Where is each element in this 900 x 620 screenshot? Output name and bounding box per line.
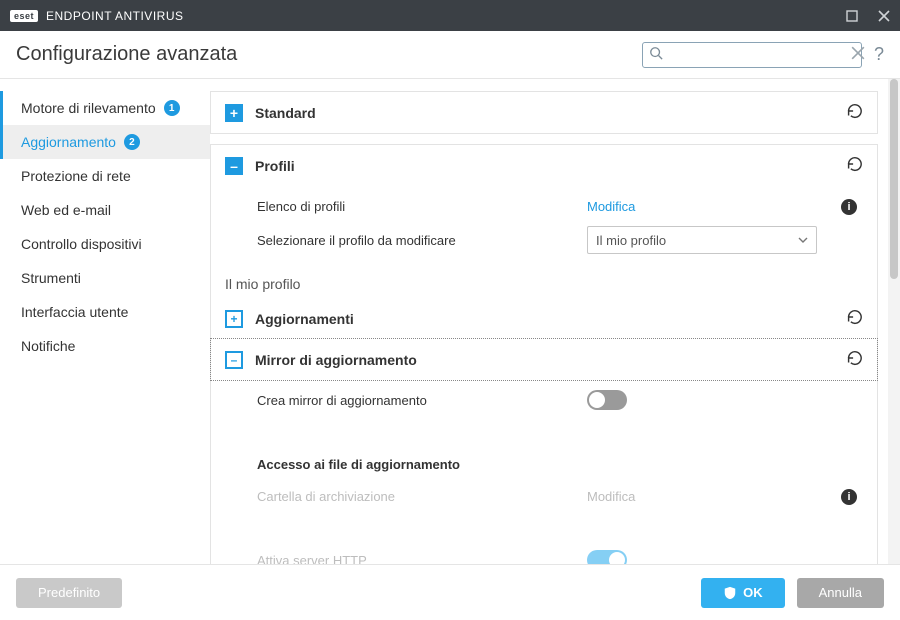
help-icon[interactable]: ?	[874, 44, 884, 65]
label-access-title: Accesso ai file di aggiornamento	[257, 457, 587, 472]
sidebar-item-ui[interactable]: Interfaccia utente	[0, 295, 210, 329]
undo-icon[interactable]	[845, 308, 863, 329]
expand-icon: +	[225, 104, 243, 122]
select-profile-value: Il mio profilo	[596, 233, 666, 248]
section-standard: + Standard	[210, 91, 878, 134]
maximize-icon[interactable]	[846, 10, 858, 22]
sidebar-item-label: Protezione di rete	[21, 168, 131, 184]
link-edit-profile-list[interactable]: Modifica	[587, 199, 635, 214]
sidebar-item-web-email[interactable]: Web ed e-mail	[0, 193, 210, 227]
sidebar-item-device-control[interactable]: Controllo dispositivi	[0, 227, 210, 261]
search-input[interactable]	[663, 47, 851, 62]
label-storage-folder: Cartella di archiviazione	[257, 489, 587, 504]
content-panel: + Standard – Profili	[210, 79, 888, 564]
footer: Predefinito OK Annulla	[0, 564, 900, 620]
row-create-mirror: Crea mirror di aggiornamento	[257, 384, 863, 416]
section-title: Standard	[255, 105, 316, 121]
sidebar-item-network-protection[interactable]: Protezione di rete	[0, 159, 210, 193]
default-button[interactable]: Predefinito	[16, 578, 122, 608]
select-profile[interactable]: Il mio profilo	[587, 226, 817, 254]
row-storage-folder: Cartella di archiviazione Modifica i	[257, 480, 863, 512]
sidebar-item-label: Motore di rilevamento	[21, 100, 156, 116]
collapse-icon: –	[225, 351, 243, 369]
sidebar-item-label: Aggiornamento	[21, 134, 116, 150]
toggle-create-mirror[interactable]	[587, 390, 627, 410]
section-head-profiles[interactable]: – Profili	[211, 145, 877, 186]
search-icon	[649, 46, 663, 63]
undo-icon[interactable]	[845, 349, 863, 370]
sidebar-item-label: Web ed e-mail	[21, 202, 111, 218]
chevron-down-icon	[798, 235, 808, 245]
sidebar-item-label: Notifiche	[21, 338, 75, 354]
section-head-mirror[interactable]: – Mirror di aggiornamento	[210, 338, 878, 381]
scrollbar-thumb[interactable]	[890, 79, 898, 279]
ok-button[interactable]: OK	[701, 578, 785, 608]
link-edit-folder: Modifica	[587, 489, 635, 504]
info-icon[interactable]: i	[841, 199, 857, 215]
sidebar-item-tools[interactable]: Strumenti	[0, 261, 210, 295]
section-title: Mirror di aggiornamento	[255, 352, 417, 368]
section-head-updates[interactable]: + Aggiornamenti	[211, 298, 877, 339]
close-icon[interactable]	[878, 10, 890, 22]
brand: eset ENDPOINT ANTIVIRUS	[10, 9, 183, 23]
row-profile-list: Elenco di profili Modifica i	[257, 190, 863, 222]
row-access-title: Accesso ai file di aggiornamento	[257, 448, 863, 480]
section-title: Profili	[255, 158, 295, 174]
title-bar: eset ENDPOINT ANTIVIRUS	[0, 0, 900, 31]
shield-icon	[723, 586, 737, 600]
brand-name: ENDPOINT ANTIVIRUS	[46, 9, 183, 23]
cancel-button[interactable]: Annulla	[797, 578, 884, 608]
row-select-profile: Selezionare il profilo da modificare Il …	[257, 222, 863, 258]
header: Configurazione avanzata ?	[0, 31, 900, 79]
label-profile-list: Elenco di profili	[257, 199, 587, 214]
subheader-my-profile: Il mio profilo	[211, 270, 877, 298]
sidebar-item-label: Interfaccia utente	[21, 304, 128, 320]
info-icon[interactable]: i	[841, 489, 857, 505]
search-box[interactable]	[642, 42, 862, 68]
page-title: Configurazione avanzata	[16, 43, 237, 66]
row-http-server: Attiva server HTTP	[257, 544, 863, 564]
sidebar-item-notifications[interactable]: Notifiche	[0, 329, 210, 363]
section-title: Aggiornamenti	[255, 311, 354, 327]
scrollbar[interactable]	[888, 79, 900, 564]
ok-button-label: OK	[743, 585, 763, 600]
window-controls	[846, 10, 890, 22]
section-head-standard[interactable]: + Standard	[211, 92, 877, 133]
label-select-profile: Selezionare il profilo da modificare	[257, 233, 587, 248]
section-profiles: – Profili Elenco di profili Modifica i	[210, 144, 878, 564]
label-create-mirror: Crea mirror di aggiornamento	[257, 393, 587, 408]
undo-icon[interactable]	[845, 102, 863, 123]
sidebar-item-label: Strumenti	[21, 270, 81, 286]
toggle-http-server	[587, 550, 627, 564]
brand-logo: eset	[10, 10, 38, 22]
sidebar-item-label: Controllo dispositivi	[21, 236, 142, 252]
sidebar-item-detection-engine[interactable]: Motore di rilevamento 1	[0, 91, 210, 125]
label-http-server: Attiva server HTTP	[257, 553, 587, 565]
sidebar-badge: 2	[124, 134, 140, 150]
undo-icon[interactable]	[845, 155, 863, 176]
clear-search-icon[interactable]	[851, 46, 865, 63]
collapse-icon: –	[225, 157, 243, 175]
sidebar-badge: 1	[164, 100, 180, 116]
sidebar: Motore di rilevamento 1 Aggiornamento 2 …	[0, 79, 210, 564]
expand-icon: +	[225, 310, 243, 328]
sidebar-item-update[interactable]: Aggiornamento 2	[0, 125, 210, 159]
